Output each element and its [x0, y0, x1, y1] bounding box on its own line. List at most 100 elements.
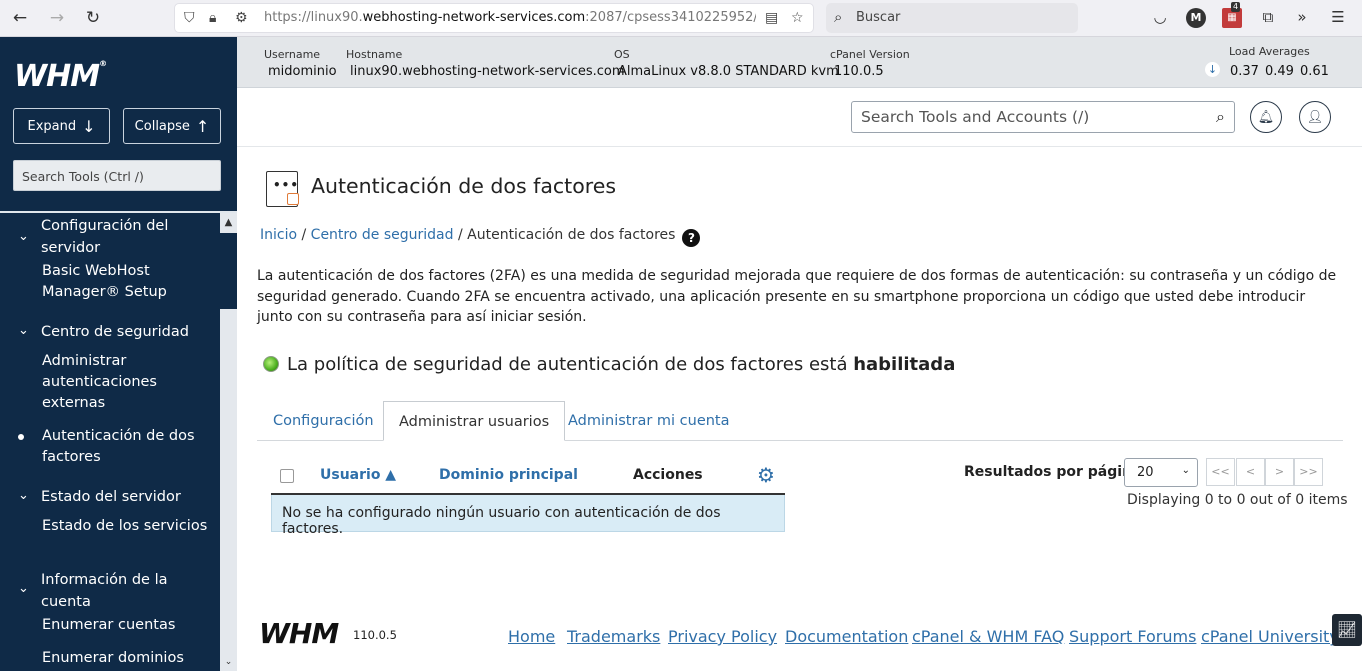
- reader-view-icon[interactable]: ▤: [765, 10, 778, 26]
- reload-icon[interactable]: ↻: [80, 6, 106, 30]
- footer-link-privacy[interactable]: Privacy Policy: [668, 627, 777, 646]
- chevron-down-icon[interactable]: ⌄: [18, 488, 29, 503]
- chevron-down-icon[interactable]: ⌄: [18, 229, 29, 244]
- expand-label: Expand: [27, 118, 77, 134]
- footer-link-documentation[interactable]: Documentation: [785, 627, 908, 646]
- sidebar-item-basic-setup[interactable]: Basic WebHost Manager® Setup: [42, 261, 212, 303]
- lock-icon[interactable]: 🔒︎: [209, 10, 216, 26]
- sidebar-section-configuracion[interactable]: Configuración del servidor: [41, 215, 211, 259]
- url-suffix: :2087/cpsess3410225952/scripts: [585, 10, 756, 25]
- hostname-value: linux90.webhosting-network-services.com: [350, 64, 625, 79]
- tab-administrar-usuarios[interactable]: Administrar usuarios: [383, 401, 566, 441]
- shield-icon[interactable]: ⛉: [184, 10, 195, 26]
- sidebar-section-estado[interactable]: Estado del servidor: [41, 486, 211, 508]
- breadcrumb: Inicio / Centro de seguridad / Autentica…: [260, 227, 701, 247]
- chevron-down-icon: ⌄: [1181, 465, 1190, 476]
- browser-search-placeholder: Buscar: [856, 10, 901, 25]
- back-arrow-icon[interactable]: ←: [7, 6, 33, 30]
- username-value: midominio: [268, 64, 337, 79]
- footer-link-faq[interactable]: cPanel & WHM FAQ: [912, 627, 1064, 646]
- hamburger-menu-icon[interactable]: ☰: [1328, 8, 1348, 28]
- arrow-down-icon: ↓: [82, 116, 96, 136]
- notifications-bell-icon[interactable]: 🔔︎: [1250, 101, 1282, 133]
- overflow-chevrons-icon[interactable]: »: [1292, 8, 1312, 28]
- scroll-up-icon[interactable]: ▲: [220, 213, 237, 233]
- sidebar-item-autenticaciones-externas[interactable]: Administrar autenticaciones externas: [42, 351, 212, 414]
- forward-arrow-icon[interactable]: →: [44, 6, 70, 30]
- url-text[interactable]: https://linux90.webhosting-network-servi…: [264, 10, 756, 25]
- tab-configuracion[interactable]: Configuración: [258, 401, 389, 441]
- whm-logo[interactable]: WHM®: [14, 59, 107, 94]
- expand-button[interactable]: Expand ↓: [13, 108, 110, 144]
- url-bar[interactable]: ⛉ 🔒︎ ⚙ https://linux90.webhosting-networ…: [174, 3, 814, 33]
- bookmark-star-icon[interactable]: ☆: [791, 10, 804, 26]
- select-all-checkbox[interactable]: [280, 469, 294, 483]
- cpanel-version-value: 110.0.5: [834, 64, 884, 79]
- pocket-icon[interactable]: ◡: [1150, 8, 1170, 28]
- load-averages-label: Load Averages: [1229, 45, 1310, 58]
- os-value: AlmaLinux v8.8.0 STANDARD kvm: [618, 64, 839, 79]
- column-header-dominio[interactable]: Dominio principal: [439, 467, 578, 483]
- search-tools-accounts-input[interactable]: Search Tools and Accounts (/) ⌕: [851, 101, 1235, 133]
- scroll-down-icon[interactable]: ⌄: [220, 657, 237, 671]
- arrow-up-icon: ↑: [195, 116, 210, 136]
- hostname-label: Hostname: [346, 48, 403, 61]
- page-description: La autenticación de dos factores (2FA) e…: [257, 268, 1337, 325]
- search-tools-accounts-placeholder: Search Tools and Accounts (/): [861, 108, 1090, 126]
- sidebar-item-dos-factores[interactable]: Autenticación de dos factores: [42, 426, 212, 468]
- server-info-bar: Username midominio Hostname linux90.webh…: [237, 37, 1362, 88]
- chevron-down-icon[interactable]: ⌄: [18, 581, 29, 596]
- chevron-down-icon[interactable]: ⌄: [18, 323, 29, 338]
- header-separator: [237, 146, 1362, 147]
- analytics-chart-icon[interactable]: 📈︎: [1332, 614, 1362, 646]
- status-enabled-indicator-icon: [263, 356, 279, 372]
- breadcrumb-inicio[interactable]: Inicio: [260, 227, 297, 243]
- table-empty-row: No se ha configurado ningún usuario con …: [271, 495, 785, 537]
- load-down-arrow-icon: ↓: [1205, 62, 1220, 77]
- collapse-button[interactable]: Collapse ↑: [123, 108, 221, 144]
- help-question-icon[interactable]: ?: [682, 229, 701, 247]
- cpanel-version-label: cPanel Version: [830, 48, 910, 61]
- sidebar-nav-list: ⌄ Configuración del servidor Basic WebHo…: [0, 213, 220, 671]
- sidebar-item-estado-servicios[interactable]: Estado de los servicios: [42, 516, 212, 537]
- footer-whm-logo[interactable]: WHM: [259, 617, 339, 650]
- user-account-icon[interactable]: 👤︎: [1299, 101, 1331, 133]
- permissions-icon[interactable]: ⚙: [235, 10, 248, 26]
- sidebar-scroll-thumb[interactable]: [220, 233, 237, 309]
- load-15: 0.61: [1300, 64, 1329, 79]
- footer-link-trademarks[interactable]: Trademarks: [567, 627, 660, 646]
- results-per-page-label: Resultados por página: [964, 464, 1142, 480]
- tab-administrar-mi-cuenta[interactable]: Administrar mi cuenta: [553, 401, 745, 441]
- breadcrumb-centro-seguridad[interactable]: Centro de seguridad: [311, 227, 454, 243]
- extension-icon[interactable]: ▦ 4: [1222, 2, 1242, 28]
- next-page-button[interactable]: >: [1265, 458, 1294, 486]
- breadcrumb-current: Autenticación de dos factores: [467, 227, 676, 243]
- username-label: Username: [264, 48, 321, 61]
- first-page-button[interactable]: <<: [1206, 458, 1235, 486]
- os-label: OS: [614, 48, 630, 61]
- sidebar-search-placeholder: Search Tools (Ctrl /): [22, 169, 144, 184]
- footer-link-home[interactable]: Home: [508, 627, 555, 646]
- sidebar-search-input[interactable]: Search Tools (Ctrl /): [13, 160, 221, 191]
- gear-icon[interactable]: ⚙: [757, 463, 775, 487]
- column-header-usuario[interactable]: Usuario ▲: [320, 467, 396, 483]
- search-icon[interactable]: ⌕: [1216, 107, 1225, 127]
- account-avatar-icon[interactable]: M: [1186, 8, 1206, 28]
- browser-search-bar[interactable]: ⌕ Buscar: [826, 3, 1078, 33]
- two-factor-page-icon: •••: [266, 171, 299, 207]
- results-per-page-value: 20: [1137, 465, 1154, 480]
- footer-link-university[interactable]: cPanel University: [1201, 627, 1339, 646]
- whm-logo-text: WHM: [14, 59, 100, 94]
- sidebar-section-seguridad[interactable]: Centro de seguridad: [41, 321, 211, 343]
- footer-link-forums[interactable]: Support Forums: [1069, 627, 1196, 646]
- sidebar-item-enumerar-cuentas[interactable]: Enumerar cuentas: [42, 615, 212, 636]
- sidebar-section-informacion[interactable]: Información de la cuenta: [41, 569, 211, 613]
- extensions-puzzle-icon[interactable]: ⧉: [1258, 8, 1278, 28]
- account-initial: M: [1190, 11, 1202, 24]
- results-per-page-select[interactable]: 20 ⌄: [1124, 458, 1198, 487]
- policy-status-value: habilitada: [853, 354, 956, 375]
- last-page-button[interactable]: >>: [1294, 458, 1323, 486]
- policy-status-prefix: La política de seguridad de autenticació…: [287, 354, 854, 375]
- prev-page-button[interactable]: <: [1236, 458, 1265, 486]
- sidebar-item-enumerar-dominios[interactable]: Enumerar dominios: [42, 648, 212, 669]
